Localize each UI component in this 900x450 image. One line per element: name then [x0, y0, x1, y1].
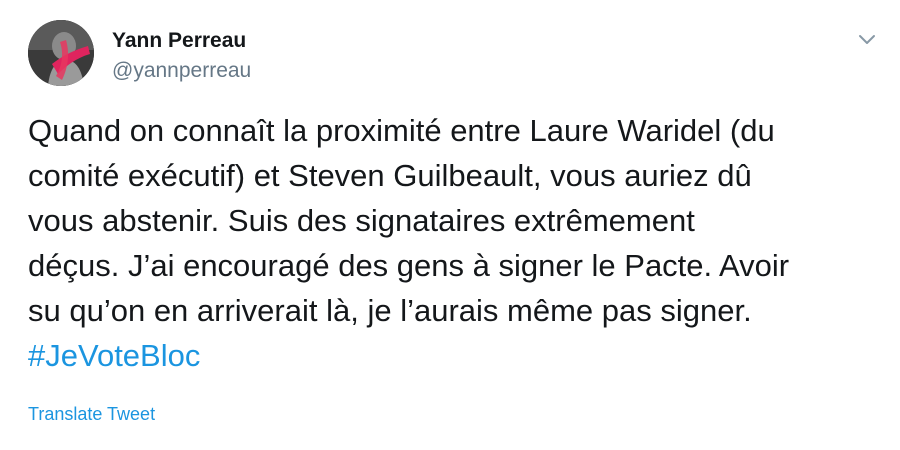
tweet-card: Yann Perreau @yannperreau Quand on conna…: [0, 0, 900, 450]
tweet-text: Quand on connaît la proximité entre Laur…: [28, 108, 888, 378]
author-handle[interactable]: @yannperreau: [112, 58, 251, 84]
avatar-photo-icon: [28, 20, 94, 86]
tweet-text-line: vous abstenir. Suis des signataires extr…: [28, 203, 695, 238]
hashtag-link[interactable]: #JeVoteBloc: [28, 338, 200, 373]
chevron-down-icon: [859, 35, 875, 44]
tweet-text-line: déçus. J’ai encouragé des gens à signer …: [28, 248, 790, 283]
avatar[interactable]: [28, 20, 94, 86]
tweet-menu-button[interactable]: [856, 28, 878, 50]
tweet-author: Yann Perreau @yannperreau: [112, 28, 251, 84]
author-display-name[interactable]: Yann Perreau: [112, 28, 251, 54]
tweet-text-line: comité exécutif) et Steven Guilbeault, v…: [28, 158, 752, 193]
translate-tweet-link[interactable]: Translate Tweet: [28, 402, 155, 426]
tweet-text-line: Quand on connaît la proximité entre Laur…: [28, 113, 775, 148]
tweet-text-line: su qu’on en arriverait là, je l’aurais m…: [28, 293, 752, 328]
